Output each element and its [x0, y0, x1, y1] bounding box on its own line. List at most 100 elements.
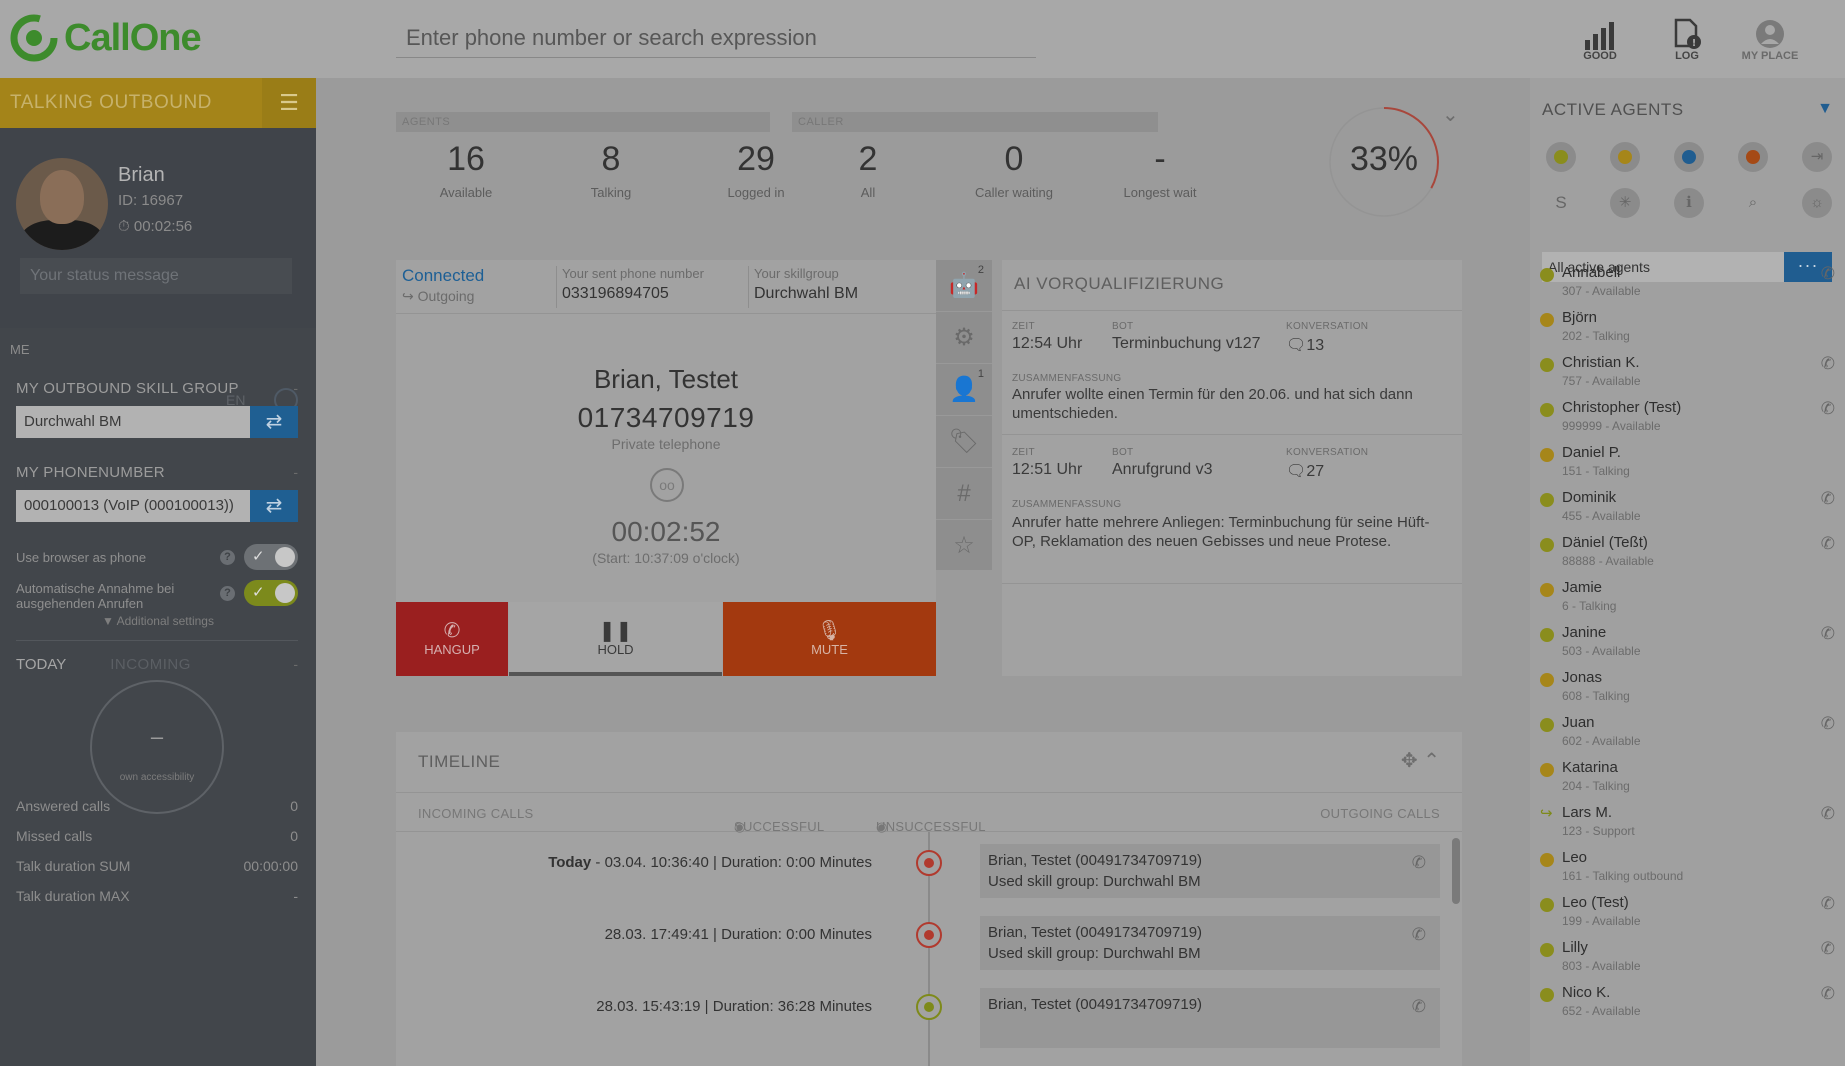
- skill-group-title: MY OUTBOUND SKILL GROUP: [16, 380, 239, 397]
- phone-icon[interactable]: ✆: [1821, 804, 1835, 824]
- voicemail-icon[interactable]: oo: [650, 468, 684, 502]
- phone-icon[interactable]: ✆: [1412, 852, 1426, 873]
- contact-tool-button[interactable]: 👤 1: [936, 364, 992, 416]
- hold-button[interactable]: ❚❚ HOLD: [509, 602, 722, 676]
- tab-incoming[interactable]: INCOMING: [110, 656, 191, 673]
- timeline-scrollbar[interactable]: [1452, 838, 1460, 904]
- phone-icon[interactable]: ✆: [1821, 624, 1835, 644]
- ai-entry[interactable]: ZEIT BOT KONVERSATION 12:51 Uhr Anrufgru…: [1002, 434, 1462, 584]
- filter-available-button[interactable]: [1546, 142, 1576, 172]
- filter-logout-button[interactable]: ⇥: [1802, 142, 1832, 172]
- agent-list-item[interactable]: Leo (Test) 199 - Available ✆: [1540, 894, 1835, 938]
- avatar[interactable]: [16, 158, 108, 250]
- contact-badge: 1: [977, 368, 984, 380]
- phonenumber-select[interactable]: 000100013 (VoIP (000100013)): [16, 490, 250, 522]
- phone-icon[interactable]: ✆: [1821, 984, 1835, 1004]
- filter-info-button[interactable]: ℹ: [1674, 188, 1704, 218]
- status-message-input[interactable]: [20, 258, 292, 294]
- filter-asterisk-button[interactable]: ✳: [1610, 188, 1640, 218]
- chevron-up-icon[interactable]: ⌃: [1423, 750, 1440, 772]
- connection-quality-button[interactable]: GOOD: [1565, 14, 1635, 62]
- phone-icon[interactable]: ✆: [1821, 489, 1835, 509]
- agent-list-item[interactable]: Jamie 6 - Talking: [1540, 579, 1835, 623]
- phone-icon[interactable]: ✆: [1821, 354, 1835, 374]
- favorite-tool-button[interactable]: ☆: [936, 520, 992, 572]
- skill-group-select[interactable]: Durchwahl BM: [16, 406, 250, 438]
- filter-talking-button[interactable]: [1610, 142, 1640, 172]
- phone-icon[interactable]: ✆: [1412, 924, 1426, 945]
- phone-icon[interactable]: ✆: [1821, 939, 1835, 959]
- help-icon[interactable]: ?: [220, 586, 235, 601]
- filter-s-button[interactable]: S: [1546, 188, 1576, 218]
- search-icon: ⌕: [1748, 194, 1758, 211]
- phone-icon[interactable]: ✆: [1821, 714, 1835, 734]
- agent-list-item[interactable]: Daniel P. 151 - Talking: [1540, 444, 1835, 488]
- timeline-call-card[interactable]: Brian, Testet (00491734709719) ✆: [980, 988, 1440, 1048]
- agent-list-item[interactable]: Jonas 608 - Talking: [1540, 669, 1835, 713]
- phone-icon[interactable]: ✆: [1412, 996, 1426, 1017]
- caller-name[interactable]: Brian, Testet: [396, 364, 936, 395]
- dialpad-tool-button[interactable]: #: [936, 468, 992, 520]
- top-bar: CallOne GOOD ! LOG MY PLACE: [0, 0, 1845, 78]
- agent-status-bar[interactable]: TALKING OUTBOUND ☰: [0, 78, 316, 128]
- filter-pause-button[interactable]: [1674, 142, 1704, 172]
- agent-search-button[interactable]: ⌕: [1738, 188, 1768, 218]
- hangup-button[interactable]: ✆ HANGUP: [396, 602, 508, 676]
- additional-settings-link[interactable]: ▼ Additional settings: [0, 614, 316, 628]
- agent-list-item[interactable]: Dominik 455 - Available ✆: [1540, 489, 1835, 533]
- agent-list-item[interactable]: Christopher (Test) 999999 - Available ✆: [1540, 399, 1835, 443]
- search-input[interactable]: [396, 18, 1036, 58]
- skill-group-collapse[interactable]: -: [293, 380, 298, 396]
- sent-number-label: Your sent phone number: [562, 266, 704, 281]
- phonenumber-collapse[interactable]: -: [293, 464, 298, 480]
- phone-icon[interactable]: ✆: [1821, 534, 1835, 554]
- agent-list-item[interactable]: ↪ Lars M. 123 - Support ✆: [1540, 804, 1835, 848]
- kpi-agents-available[interactable]: 16 Available: [401, 140, 531, 200]
- hamburger-icon[interactable]: ☰: [262, 78, 316, 128]
- agent-list-item[interactable]: Leo 161 - Talking outbound: [1540, 849, 1835, 893]
- app-logo[interactable]: CallOne: [10, 14, 202, 62]
- agent-list-item[interactable]: Nico K. 652 - Available ✆: [1540, 984, 1835, 1028]
- chevron-down-icon[interactable]: ⌄: [1442, 102, 1459, 127]
- agent-list-item[interactable]: Björn 202 - Talking: [1540, 309, 1835, 353]
- kpi-caller-waiting[interactable]: 0 Caller waiting: [949, 140, 1079, 200]
- bot-tool-button[interactable]: 🤖 2: [936, 260, 992, 312]
- move-icon[interactable]: ✥: [1401, 750, 1418, 772]
- agent-list-item[interactable]: Katarina 204 - Talking: [1540, 759, 1835, 803]
- skill-group-shuffle-button[interactable]: ⇄: [250, 406, 298, 438]
- mute-button[interactable]: 🎙 MUTE: [723, 602, 936, 676]
- ai-entry[interactable]: ZEIT BOT KONVERSATION 12:54 Uhr Terminbu…: [1002, 310, 1462, 422]
- filter-icon[interactable]: ▼: [1817, 100, 1833, 118]
- agent-list-item[interactable]: Juan 602 - Available ✆: [1540, 714, 1835, 758]
- my-place-button[interactable]: MY PLACE: [1735, 14, 1805, 62]
- kpi-agents-logged-in[interactable]: 29 Logged in: [691, 140, 821, 200]
- call-skillgroup-label: Your skillgroup: [754, 266, 839, 281]
- agent-list-item[interactable]: Däniel (Teßt) 88888 - Available ✆: [1540, 534, 1835, 578]
- log-button[interactable]: ! LOG: [1652, 14, 1722, 62]
- agent-list-item[interactable]: Christian K. 757 - Available ✆: [1540, 354, 1835, 398]
- help-icon[interactable]: ?: [220, 550, 235, 565]
- ai-conversation[interactable]: 🗨27: [1286, 461, 1324, 481]
- phonenumber-shuffle-button[interactable]: ⇄: [250, 490, 298, 522]
- today-collapse[interactable]: -: [293, 656, 298, 672]
- kpi-longest-wait[interactable]: - Longest wait: [1095, 140, 1225, 200]
- agent-list-item[interactable]: Annabell 307 - Available ✆: [1540, 264, 1835, 308]
- caller-number[interactable]: 01734709719: [396, 402, 936, 434]
- tag-tool-button[interactable]: 🏷: [936, 416, 992, 468]
- kpi-caller-all[interactable]: 2 All: [803, 140, 933, 200]
- timeline-call-card[interactable]: Brian, Testet (00491734709719) Used skil…: [980, 844, 1440, 898]
- kpi-agents-talking[interactable]: 8 Talking: [546, 140, 676, 200]
- phone-icon[interactable]: ✆: [1821, 399, 1835, 419]
- user-circle-icon: [1756, 20, 1784, 48]
- phone-icon[interactable]: ✆: [1821, 894, 1835, 914]
- timeline-call-card[interactable]: Brian, Testet (00491734709719) Used skil…: [980, 916, 1440, 970]
- browser-phone-toggle[interactable]: ✓: [244, 544, 298, 570]
- phone-icon[interactable]: ✆: [1821, 264, 1835, 284]
- tab-today[interactable]: TODAY: [16, 656, 66, 673]
- agent-list-item[interactable]: Janine 503 - Available ✆: [1540, 624, 1835, 668]
- filter-busy-button[interactable]: [1738, 142, 1768, 172]
- ai-conversation[interactable]: 🗨13: [1286, 335, 1324, 355]
- auto-answer-toggle[interactable]: ✓: [244, 580, 298, 606]
- agent-list-item[interactable]: Lilly 803 - Available ✆: [1540, 939, 1835, 983]
- filter-idea-button[interactable]: ☼: [1802, 188, 1832, 218]
